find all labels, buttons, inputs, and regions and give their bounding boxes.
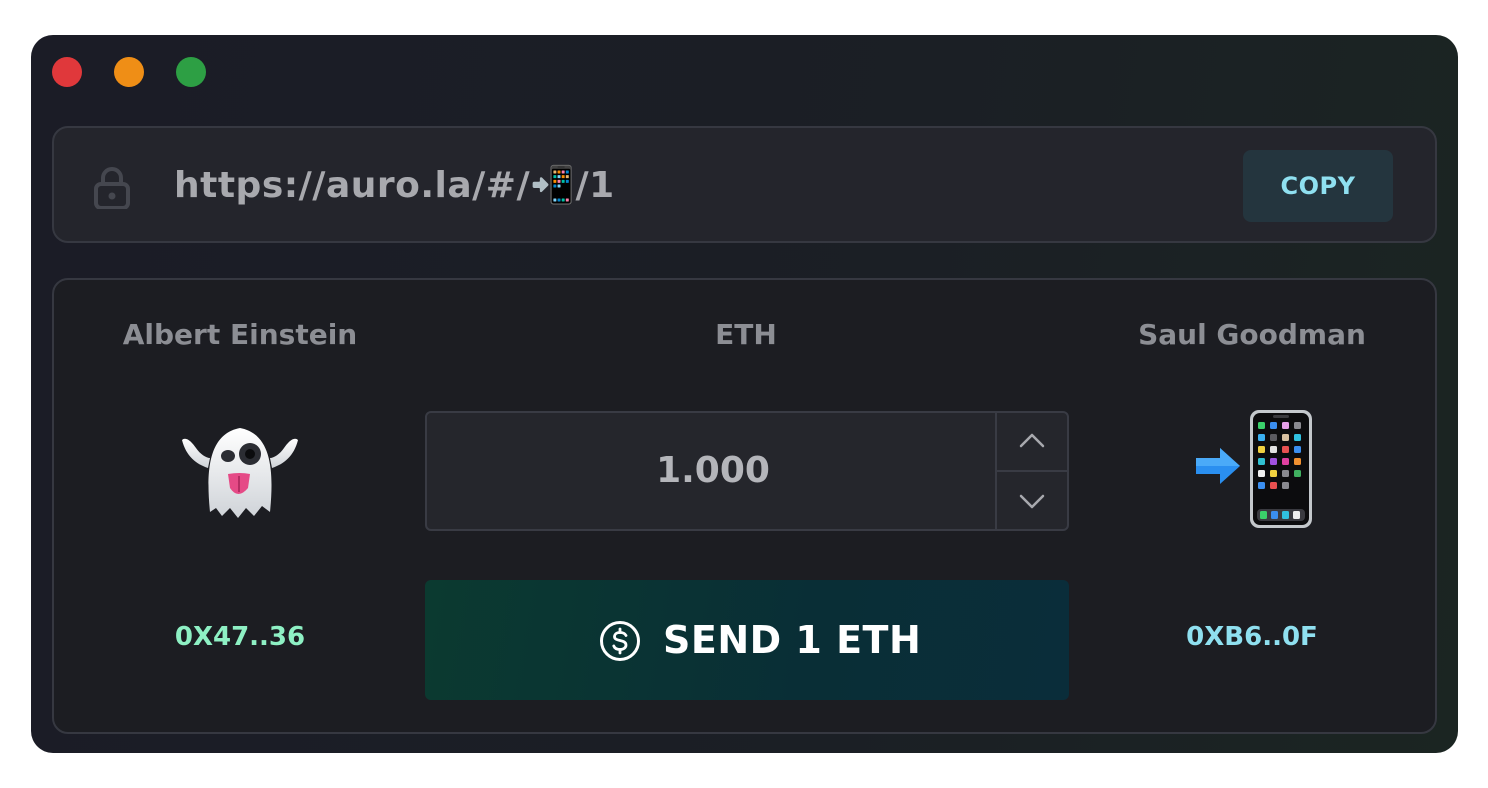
zoom-window-button[interactable]	[176, 57, 206, 87]
mobile-phone-arrow-icon	[1196, 410, 1312, 528]
ghost-icon	[182, 428, 298, 518]
transfer-panel: Albert Einstein ETH Saul Goodman 1.000 S…	[52, 278, 1437, 734]
close-window-button[interactable]	[52, 57, 82, 87]
minimize-window-button[interactable]	[114, 57, 144, 87]
chevron-down-icon	[1019, 494, 1045, 509]
currency-label: ETH	[715, 318, 777, 351]
send-button[interactable]: SEND 1 ETH	[425, 580, 1069, 700]
increment-button[interactable]	[997, 413, 1067, 472]
amount-value[interactable]: 1.000	[427, 413, 999, 529]
recipient-address[interactable]: 0XB6..0F	[1152, 622, 1352, 652]
amount-stepper	[995, 413, 1067, 529]
recipient-name: Saul Goodman	[1138, 318, 1366, 351]
url-bar: https://auro.la/#/📲/1 COPY	[52, 126, 1437, 243]
chevron-up-icon	[1019, 433, 1045, 448]
lock-icon	[94, 167, 130, 209]
dollar-circle-icon	[600, 621, 640, 661]
url-text[interactable]: https://auro.la/#/📲/1	[174, 158, 615, 214]
copy-button[interactable]: COPY	[1243, 150, 1393, 222]
amount-input[interactable]: 1.000	[425, 411, 1069, 531]
decrement-button[interactable]	[997, 472, 1067, 529]
sender-address[interactable]: 0X47..36	[140, 622, 340, 652]
app-window: https://auro.la/#/📲/1 COPY Albert Einste…	[31, 35, 1458, 753]
send-button-label: SEND 1 ETH	[663, 618, 922, 662]
sender-name: Albert Einstein	[122, 318, 358, 351]
